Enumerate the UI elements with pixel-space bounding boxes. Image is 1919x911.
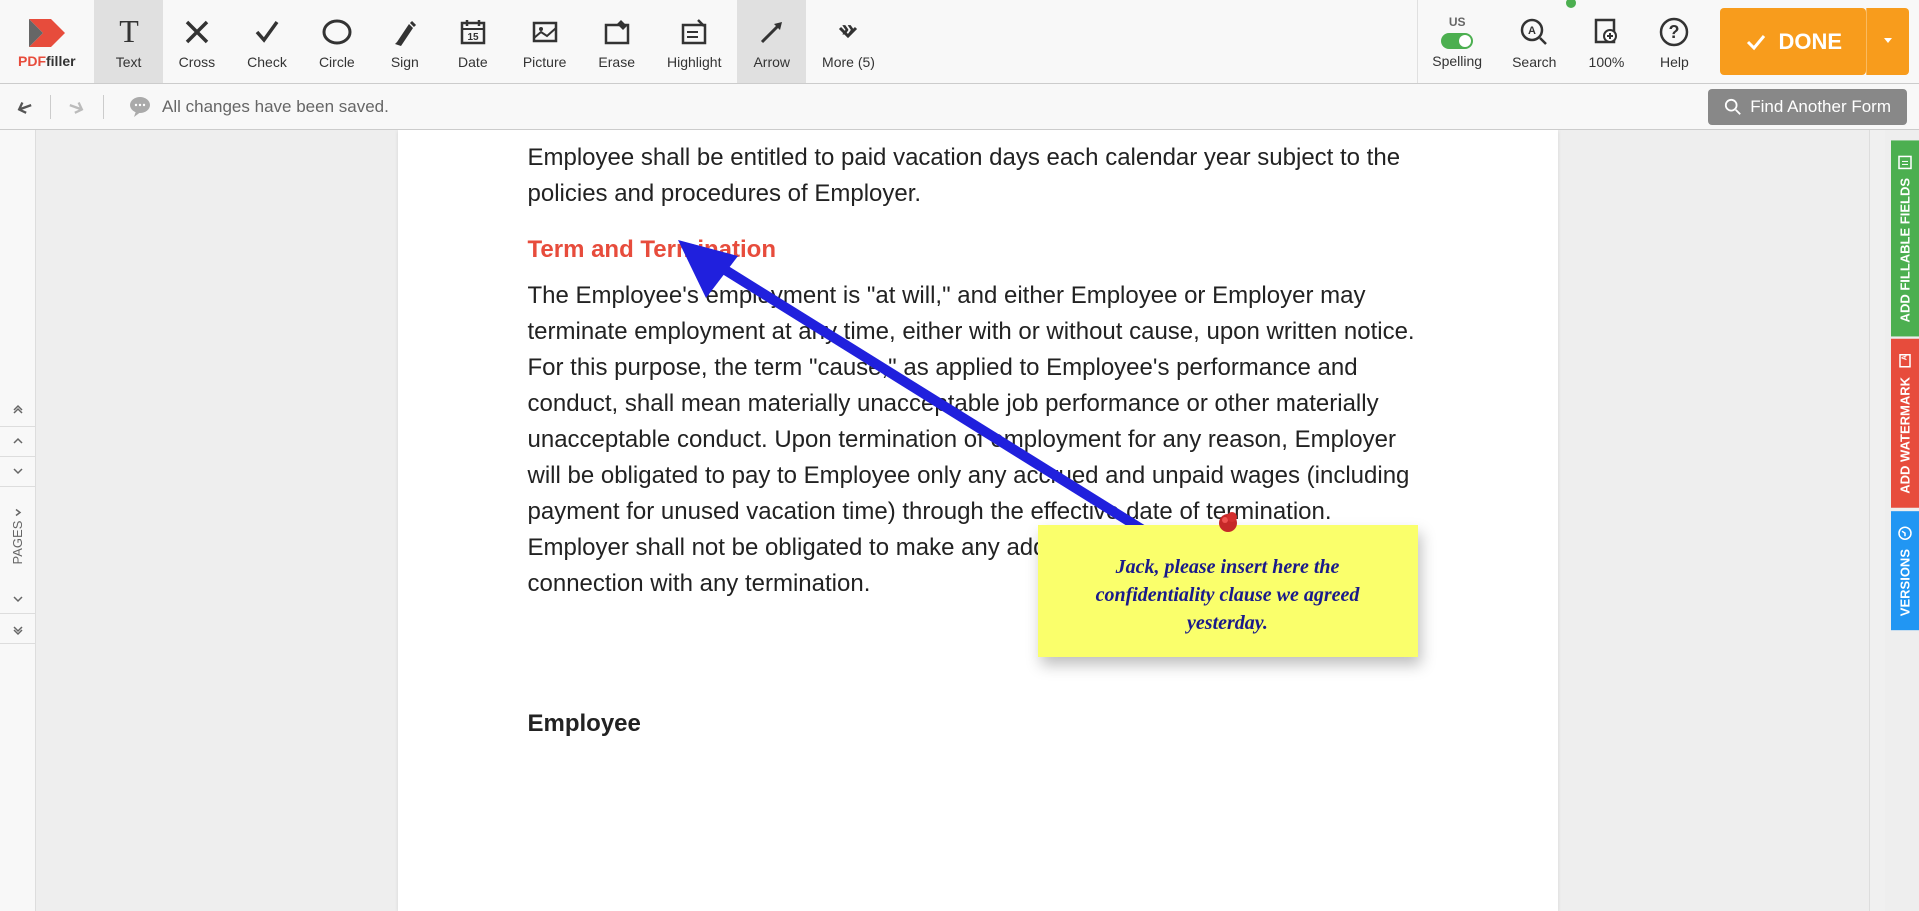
svg-text:T: T: [119, 14, 139, 49]
scrollbar[interactable]: [1869, 130, 1885, 911]
add-fields-tab[interactable]: ADD FILLABLE FIELDS: [1891, 140, 1919, 336]
date-tool[interactable]: 15Date: [439, 0, 507, 83]
picture-tool[interactable]: Picture: [507, 0, 583, 83]
svg-text:»: »: [842, 15, 855, 42]
status-text: All changes have been saved.: [162, 97, 389, 117]
workspace: PAGES Employee shall be entitled to paid…: [0, 130, 1919, 911]
tool-group: TText Cross Check Circle Sign 15Date Pic…: [95, 0, 891, 83]
comment-icon: [128, 95, 152, 119]
main-toolbar: PDFfiller TText Cross Check Circle Sign …: [0, 0, 1919, 84]
sub-toolbar: All changes have been saved. Find Anothe…: [0, 84, 1919, 130]
versions-tab[interactable]: VERSIONS: [1891, 511, 1919, 630]
page-next2[interactable]: [0, 584, 35, 614]
more-tool[interactable]: »More (5): [806, 0, 891, 83]
search-button[interactable]: ASearch: [1496, 0, 1572, 83]
pin-icon: [1212, 509, 1244, 541]
find-form-button[interactable]: Find Another Form: [1708, 89, 1907, 125]
sticky-text: Jack, please insert here the confidentia…: [1062, 553, 1394, 637]
text-tool[interactable]: TText: [95, 0, 163, 83]
arrow-tool[interactable]: Arrow: [737, 0, 806, 83]
document-page: Employee shall be entitled to paid vacat…: [398, 130, 1558, 911]
cross-tool[interactable]: Cross: [163, 0, 232, 83]
page-last[interactable]: [0, 614, 35, 644]
svg-text:?: ?: [1669, 22, 1680, 42]
toolbar-right: US Spelling ASearch 100% ?Help DONE: [1417, 0, 1919, 83]
svg-text:15: 15: [467, 32, 479, 43]
svg-text:A: A: [1528, 25, 1536, 37]
separator: [50, 95, 51, 119]
add-watermark-tab[interactable]: ADD WATERMARKA: [1891, 339, 1919, 508]
check-tool[interactable]: Check: [231, 0, 303, 83]
highlight-tool[interactable]: Highlight: [651, 0, 737, 83]
sticky-note[interactable]: Jack, please insert here the confidentia…: [1038, 525, 1418, 657]
done-button[interactable]: DONE: [1720, 8, 1866, 75]
svg-text:A: A: [1902, 356, 1909, 361]
sign-tool[interactable]: Sign: [371, 0, 439, 83]
spelling-toggle[interactable]: US Spelling: [1418, 0, 1496, 83]
pages-panel: PAGES: [0, 130, 36, 911]
page-prev[interactable]: [0, 427, 35, 457]
side-tabs: ADD FILLABLE FIELDS ADD WATERMARKA VERSI…: [1891, 140, 1919, 633]
help-button[interactable]: ?Help: [1640, 0, 1708, 83]
page-next[interactable]: [0, 457, 35, 487]
page-first[interactable]: [0, 397, 35, 427]
erase-tool[interactable]: Erase: [582, 0, 651, 83]
separator: [103, 95, 104, 119]
zoom-button[interactable]: 100%: [1572, 0, 1640, 83]
redo-button[interactable]: [61, 93, 89, 121]
undo-button[interactable]: [12, 93, 40, 121]
section-heading: Employee: [528, 710, 1428, 738]
done-dropdown[interactable]: [1866, 8, 1909, 75]
circle-tool[interactable]: Circle: [303, 0, 371, 83]
spelling-switch[interactable]: [1441, 33, 1473, 49]
pages-label[interactable]: PAGES: [10, 487, 25, 584]
document-area[interactable]: Employee shall be entitled to paid vacat…: [36, 130, 1919, 911]
paragraph: Employee shall be entitled to paid vacat…: [528, 140, 1428, 212]
section-heading: Term and Termination: [528, 236, 1428, 264]
app-logo[interactable]: PDFfiller: [0, 0, 95, 83]
